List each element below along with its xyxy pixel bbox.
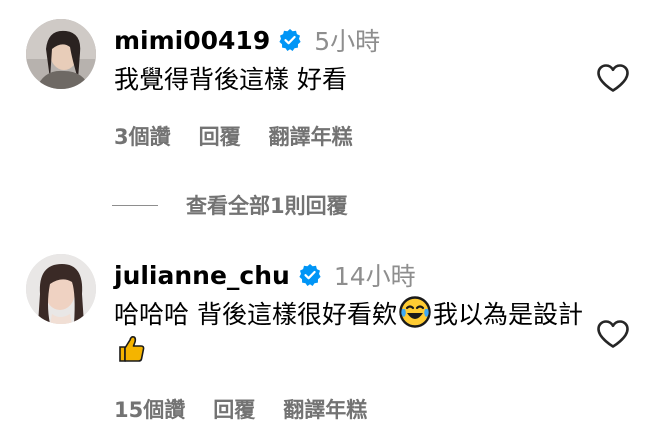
divider-line [112, 204, 158, 206]
timestamp[interactable]: 14小時 [334, 257, 416, 293]
like-count[interactable]: 3個讚 [114, 121, 171, 151]
reply-button[interactable]: 回覆 [199, 121, 241, 151]
username[interactable]: julianne_chu [114, 261, 290, 290]
heart-outline-icon[interactable] [596, 63, 630, 93]
face-with-tears-of-joy-icon [399, 296, 431, 328]
comment-actions: 3個讚 回覆 翻譯年糕 [114, 121, 353, 151]
view-replies-label: 查看全部1則回覆 [186, 194, 348, 218]
comment-text: 哈哈哈 背後這樣很好看欸 我以為是設計 [114, 296, 584, 369]
translate-button[interactable]: 翻譯年糕 [269, 121, 353, 151]
avatar[interactable] [26, 254, 96, 324]
view-replies-button[interactable]: 查看全部1則回覆 [112, 190, 348, 220]
reply-button[interactable]: 回覆 [213, 394, 255, 424]
avatar[interactable] [26, 19, 96, 89]
comment-text: 我覺得背後這樣 好看 [114, 65, 347, 94]
username[interactable]: mimi00419 [114, 26, 270, 55]
timestamp[interactable]: 5小時 [314, 22, 380, 58]
comment-text-part: 哈哈哈 背後這樣很好看欸 [114, 300, 397, 329]
heart-outline-icon[interactable] [596, 319, 630, 349]
comment-actions: 15個讚 回覆 翻譯年糕 [114, 394, 367, 424]
comment-header: julianne_chu 14小時 [114, 257, 416, 293]
verified-badge-icon [298, 263, 322, 287]
comment-header: mimi00419 5小時 [114, 22, 380, 58]
comment-text-part: 我以為是設計 [432, 300, 583, 329]
thumbs-up-icon [116, 334, 146, 364]
like-count[interactable]: 15個讚 [114, 394, 185, 424]
verified-badge-icon [278, 28, 302, 52]
translate-button[interactable]: 翻譯年糕 [283, 394, 367, 424]
